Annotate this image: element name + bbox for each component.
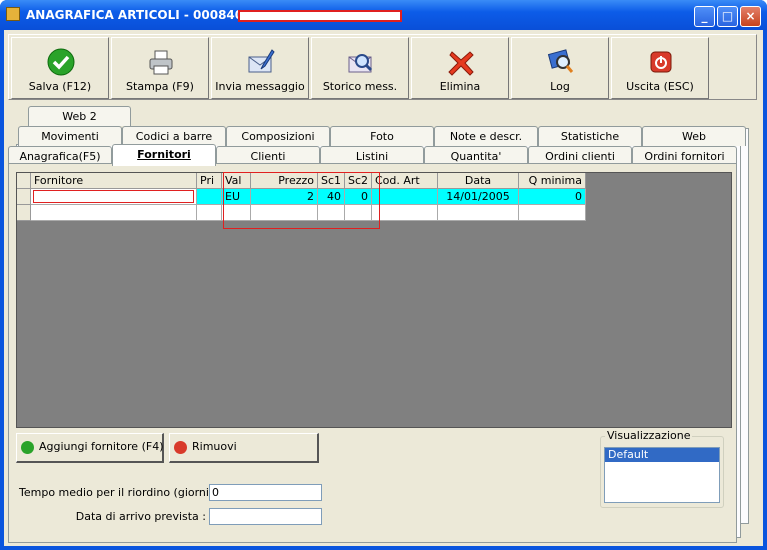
- add-icon: [21, 441, 34, 454]
- message-history-button[interactable]: Storico mess.: [311, 37, 409, 99]
- grid-corner: [17, 173, 31, 189]
- envelope-search-icon: [348, 54, 373, 73]
- new-row-cell[interactable]: [197, 205, 222, 221]
- title-bar[interactable]: ANAGRAFICA ARTICOLI - 0008402 _ □ ×: [0, 0, 767, 30]
- minimize-button[interactable]: _: [694, 6, 715, 27]
- print-label: Stampa (F9): [126, 80, 194, 93]
- col-q-minima[interactable]: Q minima: [519, 173, 586, 189]
- tab-web[interactable]: Web: [642, 126, 746, 146]
- arrivo-input[interactable]: [209, 508, 322, 525]
- tab-codici-a-barre[interactable]: Codici a barre: [122, 126, 226, 146]
- visualizzazione-label: Visualizzazione: [605, 429, 693, 442]
- toolbar: Salva (F12) Stampa (F9) Invia messaggio …: [8, 34, 757, 100]
- save-button[interactable]: Salva (F12): [11, 37, 109, 99]
- app-icon: [6, 7, 20, 21]
- send-message-button[interactable]: Invia messaggio: [211, 37, 309, 99]
- maximize-button[interactable]: □: [717, 6, 738, 27]
- col-data[interactable]: Data: [438, 173, 519, 189]
- cell-cod-art[interactable]: [372, 189, 438, 205]
- arrivo-label: Data di arrivo prevista :: [75, 510, 206, 523]
- tab-foto[interactable]: Foto: [330, 126, 434, 146]
- delete-button[interactable]: Elimina: [411, 37, 509, 99]
- send-message-label: Invia messaggio: [215, 80, 305, 93]
- new-row-cell[interactable]: [438, 205, 519, 221]
- visualizzazione-list[interactable]: Default: [604, 447, 720, 503]
- window-client-area: Salva (F12) Stampa (F9) Invia messaggio …: [4, 30, 763, 546]
- fornitori-panel: Fornitore Pri Val Prezzo Sc1 Sc2 Cod. Ar…: [8, 163, 737, 543]
- log-button[interactable]: Log: [511, 37, 609, 99]
- cell-q-minima[interactable]: 0: [519, 189, 586, 205]
- remove-label: Rimuovi: [192, 440, 237, 453]
- row-selector-new[interactable]: [17, 205, 31, 221]
- new-row-cell[interactable]: [372, 205, 438, 221]
- riordino-label: Tempo medio per il riordino (giorni) :: [19, 486, 221, 499]
- suppliers-grid[interactable]: Fornitore Pri Val Prezzo Sc1 Sc2 Cod. Ar…: [16, 172, 732, 428]
- cell-data[interactable]: 14/01/2005: [438, 189, 519, 205]
- col-cod-art[interactable]: Cod. Art: [372, 173, 438, 189]
- exit-label: Uscita (ESC): [626, 80, 694, 93]
- delete-label: Elimina: [439, 80, 481, 93]
- highlight-box: [223, 172, 380, 229]
- remove-icon: [174, 441, 187, 454]
- delete-x-icon: [448, 51, 474, 76]
- print-button[interactable]: Stampa (F9): [111, 37, 209, 99]
- envelope-pen-icon: [248, 49, 275, 73]
- close-button[interactable]: ×: [740, 6, 761, 27]
- col-fornitore[interactable]: Fornitore: [31, 173, 197, 189]
- printer-icon: [149, 50, 173, 75]
- list-item[interactable]: Default: [605, 448, 719, 462]
- riordino-input[interactable]: 0: [209, 484, 322, 501]
- remove-button[interactable]: Rimuovi: [169, 433, 319, 463]
- new-row-cell[interactable]: [519, 205, 586, 221]
- log-search-icon: [547, 49, 574, 73]
- table-row[interactable]: [31, 189, 197, 205]
- message-history-label: Storico mess.: [322, 80, 398, 93]
- application-window: ANAGRAFICA ARTICOLI - 0008402 _ □ × Salv…: [0, 0, 767, 550]
- window-title: ANAGRAFICA ARTICOLI - 0008402: [26, 8, 252, 22]
- visualizzazione-group: Visualizzazione Default: [600, 429, 724, 508]
- tab-note-e-descr[interactable]: Note e descr.: [434, 126, 538, 146]
- exit-icon: [650, 51, 672, 73]
- save-label: Salva (F12): [28, 80, 92, 93]
- cell-pri[interactable]: [197, 189, 222, 205]
- tab-fornitori[interactable]: Fornitori: [112, 144, 216, 166]
- exit-button[interactable]: Uscita (ESC): [611, 37, 709, 99]
- cell-fornitore-edit[interactable]: [33, 190, 194, 203]
- tab-web-2[interactable]: Web 2: [28, 106, 131, 126]
- tab-composizioni[interactable]: Composizioni: [226, 126, 330, 146]
- check-icon: [47, 48, 75, 76]
- title-description-field: [238, 10, 402, 22]
- add-supplier-label: Aggiungi fornitore (F4): [39, 440, 164, 453]
- row-selector[interactable]: [17, 189, 31, 205]
- add-supplier-button[interactable]: Aggiungi fornitore (F4): [16, 433, 164, 463]
- log-label: Log: [550, 80, 570, 93]
- col-pri[interactable]: Pri: [197, 173, 222, 189]
- new-row-cell[interactable]: [31, 205, 197, 221]
- tab-statistiche[interactable]: Statistiche: [538, 126, 642, 146]
- tab-movimenti[interactable]: Movimenti: [18, 126, 122, 146]
